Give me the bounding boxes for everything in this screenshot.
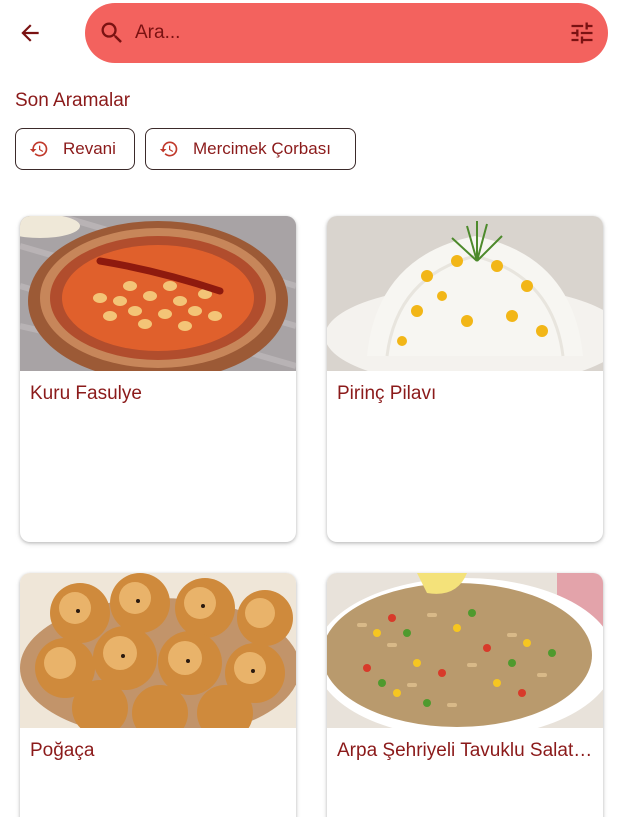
- tune-icon[interactable]: [564, 15, 600, 51]
- recipe-title: Pirinç Pilavı: [337, 383, 437, 404]
- recent-searches-title: Son Aramalar: [15, 90, 131, 111]
- recipe-card-arpa-sehriyeli-tavuklu-salata[interactable]: Arpa Şehriyeli Tavuklu Salatası: [327, 573, 603, 817]
- recipe-image: [20, 216, 296, 371]
- recipe-card-kuru-fasulye[interactable]: Kuru Fasulye: [20, 216, 296, 542]
- recipe-title: Arpa Şehriyeli Tavuklu Salatası: [337, 740, 595, 761]
- recipe-image: [327, 216, 603, 371]
- search-input[interactable]: [135, 13, 545, 53]
- recipe-image: [327, 573, 603, 728]
- recent-chip-mercimek-corbasi[interactable]: Mercimek Çorbası: [145, 128, 356, 170]
- recipe-title: Poğaça: [30, 740, 95, 761]
- recipe-title: Kuru Fasulye: [30, 383, 142, 404]
- back-button[interactable]: [10, 13, 50, 53]
- arrow-back-icon: [21, 24, 39, 42]
- search-bar[interactable]: [85, 3, 608, 63]
- recipe-image: [20, 573, 296, 728]
- recent-chip-revani[interactable]: Revani: [15, 128, 135, 170]
- recipe-card-pirinc-pilavi[interactable]: Pirinç Pilavı: [327, 216, 603, 542]
- history-icon: [158, 138, 180, 160]
- search-icon: [95, 16, 129, 50]
- chip-label: Revani: [63, 139, 116, 158]
- history-icon: [28, 138, 50, 160]
- recipe-card-pogaca[interactable]: Poğaça: [20, 573, 296, 817]
- chip-label: Mercimek Çorbası: [193, 139, 331, 158]
